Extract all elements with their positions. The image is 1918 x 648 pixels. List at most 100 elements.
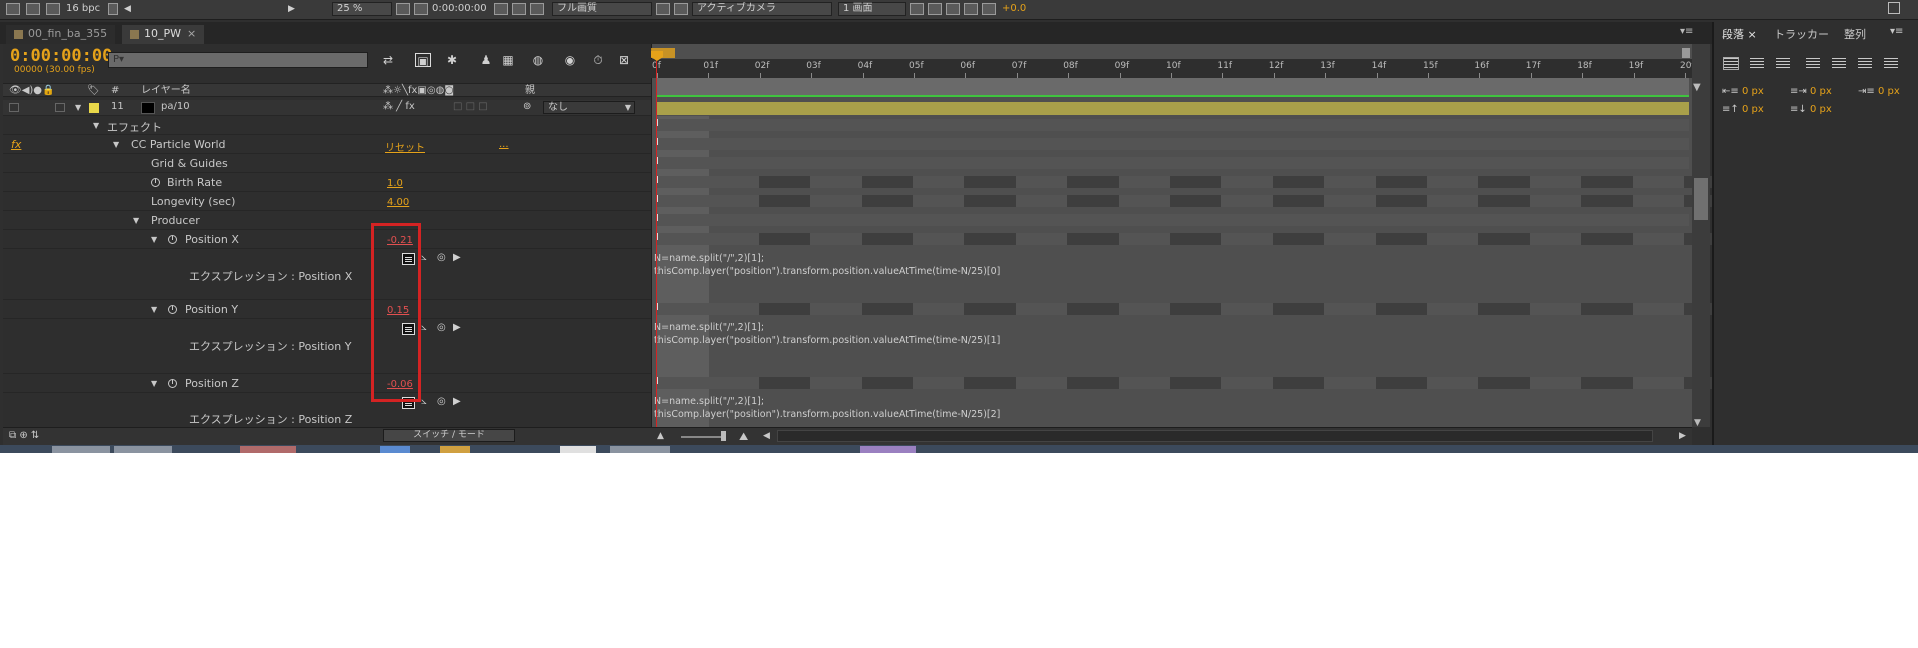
scroll-left-icon[interactable]: ◀ [124,4,131,14]
grid-guides-row[interactable]: Grid & Guides [3,154,651,173]
folder-icon[interactable] [26,3,40,15]
justify-left-icon[interactable] [1806,58,1820,69]
language-menu-icon[interactable]: ▶ [453,396,461,407]
birth-rate-row[interactable]: Birth Rate 1.0 [3,173,651,192]
expression-y-row[interactable]: エクスプレッション : Position Y ⦣ ◎ ▶ [3,319,651,374]
indent-right-value[interactable]: 0 px [1810,86,1832,97]
project-icon[interactable] [6,3,20,15]
effects-row[interactable]: ▼ エフェクト [3,116,651,135]
position-z-row[interactable]: ▼ Position Z -0.06 [3,374,651,393]
expression-y-line2[interactable]: thisComp.layer("position").transform.pos… [654,334,1000,347]
expression-y-line1[interactable]: N=name.split("/",2)[1]; [654,321,764,334]
panel-menu-icon[interactable]: ▾≡ [1890,26,1903,37]
lock-toggle[interactable] [55,103,65,112]
layer-name-column-header[interactable]: レイヤー名 [141,84,191,97]
birth-rate-value[interactable]: 1.0 [387,178,403,189]
transparency-grid-icon[interactable] [414,3,428,15]
time-ruler[interactable]: 0f01f02f03f04f05f06f07f08f09f10f11f12f13… [651,59,1695,78]
search-input[interactable]: P▾ [108,52,368,68]
maximize-icon[interactable] [1888,2,1900,14]
space-before-value[interactable]: 0 px [1742,104,1764,115]
options-link[interactable]: ... [499,139,509,150]
stopwatch-icon[interactable]: ⏱ [590,53,606,67]
tab-tracker[interactable]: トラッカー [1774,26,1829,42]
graph-icon[interactable]: ⦣ [421,252,427,263]
zoom-out-icon[interactable]: ▲ [657,431,664,441]
vertical-scroll-thumb[interactable] [1694,178,1708,220]
pickwhip-icon[interactable]: ◎ [437,322,446,333]
panel-menu-icon[interactable]: ▾≡ [1680,26,1693,37]
expand-triangle-icon[interactable]: ▼ [93,121,99,130]
timeline-property-track[interactable]: I [656,302,1736,315]
position-y-row[interactable]: ▼ Position Y 0.15 [3,300,651,319]
channel-icon[interactable] [530,3,544,15]
scroll-up-icon[interactable]: ▼ [1693,82,1701,93]
pixel-aspect-icon[interactable] [910,3,924,15]
space-before-field[interactable]: ≡↑ 0 px [1722,104,1764,115]
graph-icon[interactable]: ⦣ [421,322,427,333]
tab-10-pw[interactable]: 10_PW × [122,25,205,44]
timeline-property-track[interactable]: I [656,137,1689,150]
expression-x-line1[interactable]: N=name.split("/",2)[1]; [654,252,764,265]
expand-triangle-icon[interactable]: ▼ [151,379,157,388]
position-x-row[interactable]: ▼ Position X -0.21 [3,230,651,249]
current-time-indicator[interactable] [656,52,657,427]
expression-z-line1[interactable]: N=name.split("/",2)[1]; [654,395,764,408]
graph-editor-icon[interactable]: ◉ [562,53,578,67]
comp-mini-flowchart-icon[interactable]: ⇄ [380,53,396,67]
expression-z-line2[interactable]: thisComp.layer("position").transform.pos… [654,408,1000,421]
align-left-icon[interactable] [1723,57,1739,70]
indent-left-field[interactable]: ⇤≡ 0 px [1722,86,1764,97]
taskbar-button[interactable] [114,446,172,453]
timeline-property-track[interactable]: I [656,232,1736,245]
space-after-value[interactable]: 0 px [1810,104,1832,115]
stopwatch-icon[interactable] [151,178,160,187]
exposure-value[interactable]: +0.0 [1002,3,1026,14]
align-right-icon[interactable] [1776,58,1790,69]
show-snapshot-icon[interactable] [512,3,526,15]
scroll-right-icon[interactable]: ▶ [288,4,295,14]
taskbar-button[interactable] [440,446,470,453]
justify-all-icon[interactable] [1884,58,1898,69]
expression-z-row[interactable]: エクスプレッション : Position Z ⦣ ◎ ▶ [3,393,651,427]
producer-row[interactable]: ▼ Producer [3,211,651,230]
effect-cc-particle-row[interactable]: fx ▼ CC Particle World リセット ... [3,135,651,154]
pickwhip-icon[interactable]: ◎ [437,396,446,407]
taskbar-button[interactable] [610,446,670,453]
parent-dropdown[interactable]: なし ▼ [543,101,635,114]
tab-align[interactable]: 整列 [1844,26,1866,42]
zoom-in-icon[interactable]: ⛰ [739,430,748,444]
scroll-right-icon[interactable]: ▶ [1679,431,1686,441]
zoom-dropdown[interactable]: 25 % [332,2,392,16]
timeline-property-track[interactable]: I [656,156,1689,169]
zoom-slider[interactable] [681,436,725,438]
camera-dropdown[interactable]: アクティブカメラ [692,2,832,16]
timeline-property-track[interactable]: I [656,118,1689,131]
indent-left-value[interactable]: 0 px [1742,86,1764,97]
fast-preview-icon[interactable] [928,3,942,15]
scroll-left-icon[interactable]: ◀ [763,431,770,441]
stopwatch-icon[interactable] [168,235,177,244]
expression-x-line2[interactable]: thisComp.layer("position").transform.pos… [654,265,1000,278]
label-color-swatch[interactable] [89,103,99,113]
switch-mode-toggle[interactable]: スイッチ / モード [383,429,515,442]
expand-triangle-icon[interactable]: ▼ [151,305,157,314]
motion-blur-icon[interactable]: ◍ [530,53,546,67]
composition-icon[interactable] [46,3,60,15]
video-toggle[interactable] [9,103,19,112]
shy-icon[interactable]: ♟ [478,53,494,67]
graph-icon[interactable]: ⦣ [421,396,427,407]
work-area-end-handle[interactable] [1682,48,1690,58]
bpc-label[interactable]: 16 bpc [66,3,100,14]
vertical-scrollbar[interactable] [1692,44,1710,427]
timeline-property-track[interactable]: I [656,194,1736,207]
timeline-icon[interactable] [946,3,960,15]
quality-dropdown[interactable]: フル画質 [552,2,652,16]
viewer-timecode[interactable]: 0:00:00:00 [432,3,487,14]
layer-duration-bar[interactable] [656,102,1689,115]
switch-boxes[interactable]: □ □ □ [453,101,488,112]
space-after-field[interactable]: ≡↓ 0 px [1790,104,1832,115]
expand-triangle-icon[interactable]: ▼ [113,140,119,149]
justify-center-icon[interactable] [1832,58,1846,69]
draft-3d-icon[interactable]: ✱ [444,53,460,67]
